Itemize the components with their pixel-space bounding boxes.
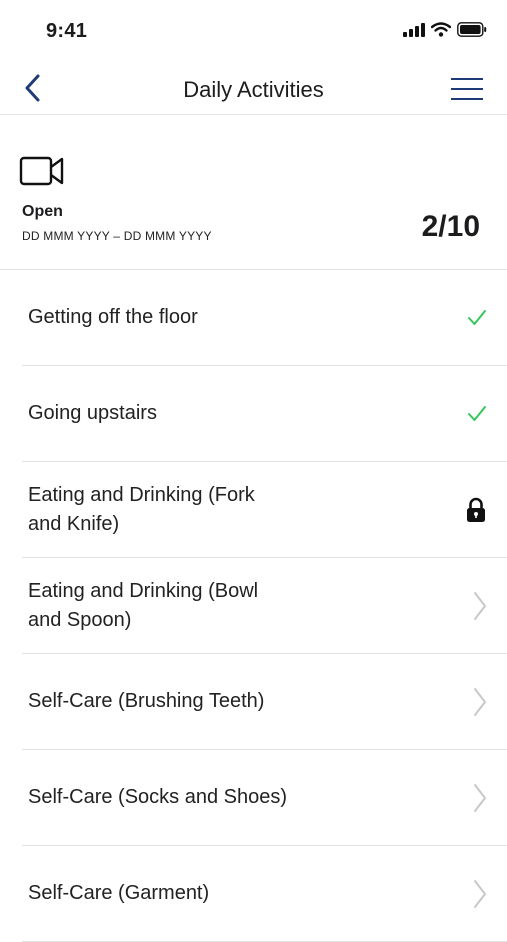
item-label: Eating and Drinking (Fork and Knife) <box>28 483 255 535</box>
wifi-icon <box>431 22 451 37</box>
nav-bar: Daily Activities <box>0 62 507 115</box>
list-item[interactable]: Self-Care (Garment) <box>22 846 507 942</box>
lock-icon <box>467 497 485 522</box>
list-item[interactable]: Going upstairs <box>22 366 507 462</box>
item-status <box>467 366 487 461</box>
status-icons <box>403 22 487 37</box>
item-label: Self-Care (Socks and Shoes) <box>28 786 288 808</box>
list-item[interactable]: Self-Care (Socks and Shoes) <box>22 750 507 846</box>
video-camera-icon <box>19 156 64 186</box>
chevron-right-icon <box>474 687 486 716</box>
list-item[interactable]: Self-Care (Brushing Teeth) <box>22 654 507 750</box>
progress-count: 2/10 <box>421 210 480 243</box>
item-label: Going upstairs <box>28 402 157 424</box>
activity-list: Getting off the floor Going upstairs Eat… <box>0 270 507 942</box>
item-status <box>467 270 487 365</box>
hamburger-menu-icon <box>451 78 483 100</box>
item-status <box>473 846 487 941</box>
date-range: DD MMM YYYY – DD MMM YYYY <box>22 229 212 243</box>
list-item[interactable]: Eating and Drinking (Bowl and Spoon) <box>22 558 507 654</box>
item-label: Eating and Drinking (Bowl and Spoon) <box>28 579 259 631</box>
page-title: Daily Activities <box>183 77 324 102</box>
status-label: Open <box>22 203 63 220</box>
status-bar: 9:41 <box>0 0 507 62</box>
item-label: Self-Care (Garment) <box>28 882 210 904</box>
item-status <box>473 654 487 749</box>
item-status <box>473 558 487 653</box>
battery-icon <box>457 22 487 37</box>
list-item[interactable]: Getting off the floor <box>22 270 507 366</box>
item-status <box>473 750 487 845</box>
chevron-right-icon <box>474 783 486 812</box>
checkmark-icon <box>468 309 486 325</box>
item-label: Self-Care (Brushing Teeth) <box>28 690 265 712</box>
menu-button[interactable] <box>449 74 485 104</box>
signal-icon <box>403 22 425 37</box>
list-item[interactable]: Eating and Drinking (Fork and Knife) <box>22 462 507 558</box>
chevron-right-icon <box>474 591 486 620</box>
item-status <box>465 462 487 557</box>
activity-summary: Open DD MMM YYYY – DD MMM YYYY 2/10 <box>0 115 507 270</box>
status-time: 9:41 <box>46 20 88 42</box>
chevron-right-icon <box>474 879 486 908</box>
item-label: Getting off the floor <box>28 306 198 328</box>
checkmark-icon <box>468 405 486 421</box>
